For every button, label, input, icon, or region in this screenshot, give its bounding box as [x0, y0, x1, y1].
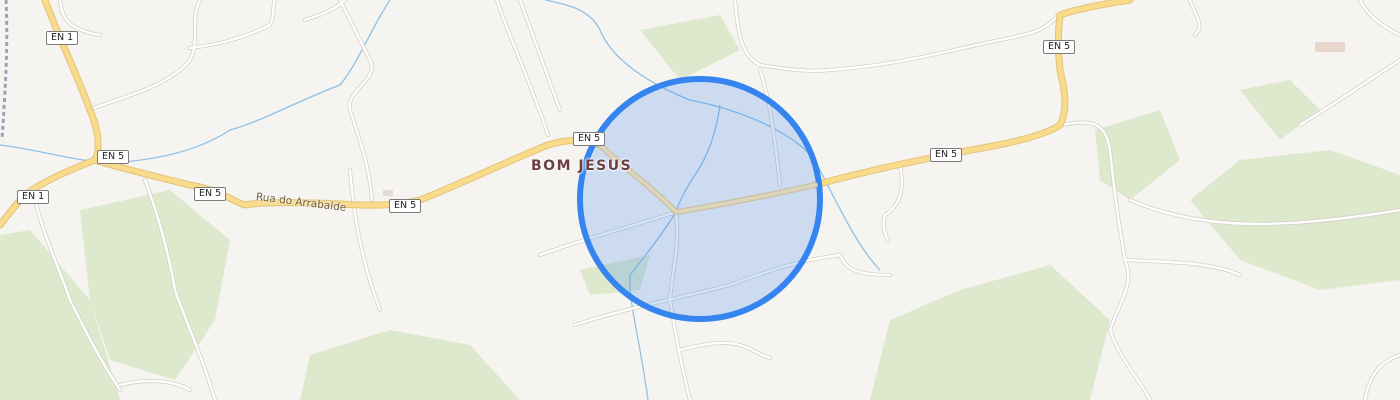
road-shield-en5: EN 5 [1043, 40, 1076, 54]
road-shield-en5: EN 5 [930, 148, 963, 162]
search-radius-circle[interactable] [577, 76, 823, 322]
road-shield-en5: EN 5 [97, 150, 130, 164]
map-view[interactable]: EN 1 EN 1 EN 5 EN 5 EN 5 EN 5 EN 5 EN 5 … [0, 0, 1400, 400]
road-shield-en1: EN 1 [46, 31, 79, 45]
rail-line [0, 0, 9, 141]
road-shield-en5: EN 5 [389, 199, 422, 213]
place-label: BOM JESUS [531, 158, 633, 174]
road-shield-en1: EN 1 [17, 190, 50, 204]
road-shield-en5: EN 5 [573, 132, 606, 146]
road-shield-en5: EN 5 [194, 187, 227, 201]
building [1315, 42, 1345, 52]
building [383, 190, 393, 196]
